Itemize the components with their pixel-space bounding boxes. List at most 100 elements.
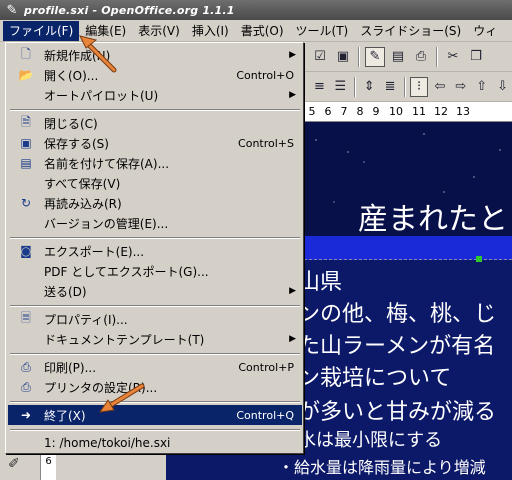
slide-title[interactable]: 産まれたと [358,194,508,238]
toolbar-separator [353,76,356,97]
save-toolbar-icon[interactable]: ▣ [333,47,353,67]
pencil-tool-icon[interactable]: ✐ [8,456,20,472]
ruler-tick: 9 [372,105,380,118]
menu-edit[interactable]: 編集(E) [79,21,132,41]
ruler-tick: 12 [434,105,448,118]
slide-text-line: た山ラーメンが有名 [304,334,496,359]
menu-item-send[interactable]: 送る(D) ▶ [8,281,302,301]
menu-separator [10,401,300,403]
slide-body[interactable]: 山県 ンの他、梅、桃、じ た山ラーメンが有名 ン栽培について が多いと甘みが減る… [304,260,512,454]
edit-mode-icon[interactable]: ✎ [365,46,385,67]
menu-format[interactable]: 書式(O) [235,21,290,41]
bullets-icon[interactable]: ⁝ [409,76,429,97]
menu-item-label: 閉じる(C) [44,116,98,131]
toolbar-separator [436,46,438,67]
properties-icon: 🗏 [21,310,31,325]
object-toolbar: ≡ ☰ ⇕ ≣ ⁝ ⇦ ⇨ ⇧ ⇩ [304,72,512,102]
menu-item-label: 1: /home/tokoi/he.sxi [44,436,171,450]
edit-file-icon[interactable]: ☑ [310,47,330,67]
vertical-ruler-label: 6 [40,454,56,480]
paragraph-spacing-icon[interactable]: ≣ [381,77,400,97]
slide-text-line: ン栽培について [304,366,452,391]
menu-item-save-as[interactable]: ▤ 名前を付けて保存(A)... [8,153,302,173]
ruler-tick: 10 [389,105,403,118]
open-folder-icon: 📂 [18,68,34,82]
menu-item-label: 新規作成(N) [44,48,111,63]
selection-handle[interactable] [476,256,482,262]
menu-item-new[interactable]: 🗋 新規作成(N) ▶ [8,45,302,65]
menu-file[interactable]: ファイル(F) [3,20,80,41]
app-icon[interactable]: ✎ [0,0,24,20]
close-document-icon: 🗎 [21,114,31,129]
menu-item-close[interactable]: 🗎 閉じる(C) [8,113,302,133]
menu-item-label: 印刷(P)... [44,360,97,375]
menu-item-label: オートパイロット(U) [44,88,159,103]
copy-icon[interactable]: ❐ [466,47,486,67]
submenu-arrow-icon: ▶ [289,50,296,60]
cut-icon[interactable]: ✂ [443,47,463,67]
menu-item-label: 開く(O)... [44,68,99,83]
pdf-export-icon[interactable]: ▤ [388,47,408,67]
menu-item-shortcut: Control+Q [236,408,294,422]
menu-item-label: 終了(X) [44,408,86,423]
ruler-tick: 11 [412,105,426,118]
move-up-icon[interactable]: ⇧ [472,77,491,97]
menu-separator [10,305,300,307]
promote-icon[interactable]: ⇦ [430,77,449,97]
menu-item-label: 送る(D) [44,284,87,299]
menu-item-export-pdf[interactable]: PDF としてエクスポート(G)... [8,261,302,281]
menu-window[interactable]: ウィ [467,21,503,41]
menu-item-exit[interactable]: ➜ 終了(X) Control+Q [8,405,302,425]
menu-item-label: PDF としてエクスポート(G)... [44,264,209,279]
slide-text-line: 山県 [304,270,343,295]
toolbar-separator [403,76,406,97]
print-toolbar-icon[interactable]: ⎙ [411,47,431,67]
menu-slideshow[interactable]: スライドショー(S) [354,21,467,41]
menu-item-autopilot[interactable]: オートパイロット(U) ▶ [8,85,302,105]
ruler-tick: 8 [356,105,364,118]
slide-canvas[interactable]: 産まれたと 山県 ンの他、梅、桃、じ た山ラーメンが有名 ン栽培について が多い… [304,122,512,454]
menu-item-label: 名前を付けて保存(A)... [44,156,170,171]
menu-separator [10,237,300,239]
menu-item-properties[interactable]: 🗏 プロパティ(I)... [8,309,302,329]
ruler-tick: 7 [340,105,348,118]
save-as-icon: ▤ [20,156,32,170]
menu-item-label: 再読み込み(R) [44,196,122,211]
reload-icon: ↻ [20,196,32,210]
menu-item-label: エクスポート(E)... [44,244,145,259]
menu-item-label: プリンタの設定(R)... [44,380,158,395]
menu-insert[interactable]: 挿入(I) [186,21,235,41]
menu-item-open[interactable]: 📂 開く(O)... Control+O [8,65,302,85]
menu-separator [10,429,300,431]
save-icon: ▣ [20,136,32,150]
menu-item-label: すべて保存(V) [44,176,121,191]
menu-item-export[interactable]: ◙ エクスポート(E)... [8,241,302,261]
menu-item-reload[interactable]: ↻ 再読み込み(R) [8,193,302,213]
exit-icon: ➜ [20,408,32,422]
justify-icon[interactable]: ☰ [331,77,350,97]
print-icon: ⎙ [21,359,31,374]
move-down-icon[interactable]: ⇩ [493,77,512,97]
menu-item-versions[interactable]: バージョンの管理(E)... [8,213,302,233]
horizontal-ruler[interactable]: 5 6 7 8 9 10 11 12 13 [304,102,512,122]
line-spacing-icon[interactable]: ⇕ [360,77,379,97]
menu-item-recent-file[interactable]: 1: /home/tokoi/he.sxi [8,433,302,453]
slide-text-line: 水は最小限にする [304,430,443,451]
menu-tools[interactable]: ツール(T) [290,21,355,41]
bottom-area: ✐ 6 ・給水量は降雨量により増減 [0,454,512,480]
menu-item-templates[interactable]: ドキュメントテンプレート(T) ▶ [8,329,302,349]
align-center-icon[interactable]: ≡ [310,77,329,97]
submenu-arrow-icon: ▶ [289,286,296,296]
slide-text-line: ・給水量は降雨量により増減 [166,454,512,480]
menu-item-printer-settings[interactable]: ⎙ プリンタの設定(R)... [8,377,302,397]
demote-icon[interactable]: ⇨ [451,77,470,97]
menu-item-save-all[interactable]: すべて保存(V) [8,173,302,193]
title-bar: ✎ profile.sxi - OpenOffice.org 1.1.1 [0,0,512,20]
menu-separator [10,109,300,111]
menu-item-save[interactable]: ▣ 保存する(S) Control+S [8,133,302,153]
menu-item-shortcut: Control+O [236,68,294,82]
new-document-icon: 🗋 [21,46,31,61]
menu-item-print[interactable]: ⎙ 印刷(P)... Control+P [8,357,302,377]
submenu-arrow-icon: ▶ [289,334,296,344]
menu-view[interactable]: 表示(V) [132,21,186,41]
